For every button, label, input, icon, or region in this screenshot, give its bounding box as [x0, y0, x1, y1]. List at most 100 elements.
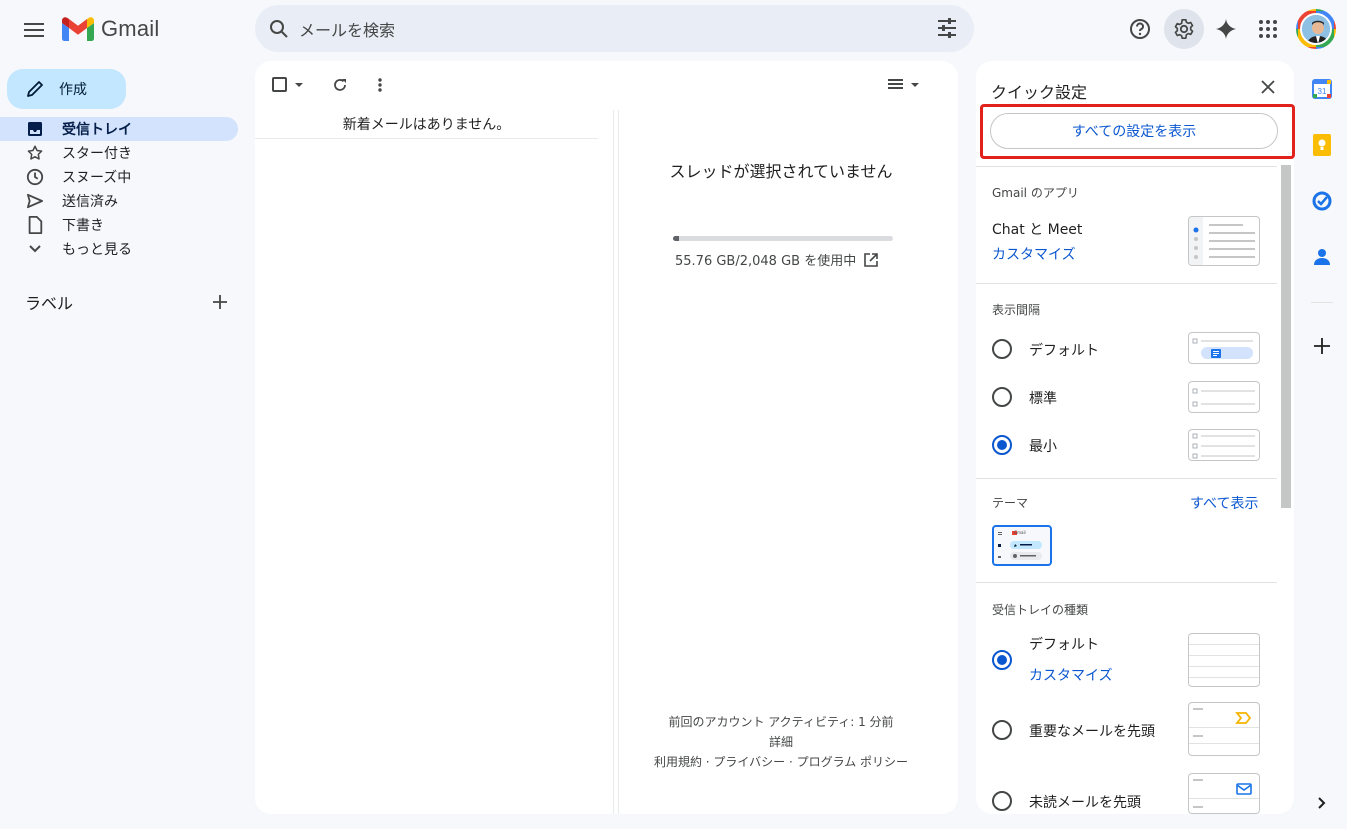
sidebar-item-inbox[interactable]: 受信トレイ — [0, 117, 238, 141]
gear-icon — [1174, 19, 1194, 39]
inbox-important-first-radio[interactable] — [992, 720, 1012, 740]
account-avatar[interactable] — [1296, 9, 1336, 49]
apps-customize-link[interactable]: カスタマイズ — [992, 244, 1076, 264]
density-compact-radio[interactable] — [992, 435, 1012, 455]
compose-button[interactable]: 作成 — [7, 69, 126, 109]
quick-settings-scrollbar[interactable] — [1281, 165, 1291, 508]
density-default-thumbnail — [1188, 332, 1260, 364]
inbox-important-thumbnail — [1188, 702, 1260, 756]
sidebar-item-label: 受信トレイ — [62, 122, 132, 138]
density-comfortable-radio[interactable] — [992, 387, 1012, 407]
select-all-checkbox[interactable] — [271, 76, 307, 94]
sidebar-item-starred[interactable]: スター付き — [0, 141, 238, 165]
sidebar-item-label: 送信済み — [62, 194, 118, 210]
theme-thumbnail[interactable]: Gmail — [992, 525, 1052, 566]
storage-info[interactable]: 55.76 GB/2,048 GB を使用中 — [675, 250, 879, 269]
clock-icon — [25, 167, 45, 187]
keep-app-button[interactable] — [1310, 133, 1334, 157]
avatar-icon — [1302, 15, 1330, 43]
empty-inbox-message: 新着メールはありません。 — [255, 114, 598, 139]
gmail-logo[interactable]: Gmail — [62, 16, 159, 42]
pencil-icon — [27, 81, 43, 97]
chevron-down-icon — [25, 239, 45, 259]
labels-heading: ラベル — [25, 294, 74, 313]
search-input[interactable]: メールを検索 — [299, 17, 395, 41]
policy-links[interactable]: 利用規約 · プライバシー · プログラム ポリシー — [619, 753, 943, 770]
density-default-radio[interactable] — [992, 339, 1012, 359]
file-icon — [25, 215, 45, 235]
refresh-icon — [334, 79, 346, 91]
close-quick-settings-button[interactable] — [1256, 75, 1280, 99]
density-section-title: 表示間隔 — [992, 303, 1041, 317]
more-vert-icon — [378, 78, 382, 92]
settings-button[interactable] — [1164, 9, 1204, 49]
density-option-label[interactable]: デフォルト — [1029, 340, 1099, 360]
sidebar-item-drafts[interactable]: 下書き — [0, 213, 238, 237]
split-view-icon — [888, 79, 919, 89]
star-icon — [25, 143, 45, 163]
sidebar-item-more[interactable]: もっと見る — [0, 237, 238, 261]
no-thread-selected: スレッドが選択されていません — [669, 162, 893, 181]
plus-icon — [213, 295, 227, 309]
apps-thumbnail — [1188, 216, 1260, 266]
inbox-default-thumbnail — [1188, 633, 1260, 687]
more-actions-button[interactable] — [370, 75, 390, 95]
tasks-icon — [1312, 191, 1332, 211]
search-icon[interactable] — [267, 17, 291, 41]
apps-label: Chat と Meet — [992, 222, 1083, 238]
main-menu-button[interactable] — [18, 14, 50, 46]
get-addons-button[interactable] — [1310, 334, 1334, 358]
sidebar-item-label: 下書き — [62, 218, 104, 234]
quick-settings-title: クイック設定 — [991, 83, 1088, 102]
apps-grid-icon — [1259, 20, 1277, 38]
inbox-type-section-title: 受信トレイの種類 — [992, 603, 1089, 617]
pane-divider-edge — [618, 110, 619, 814]
create-label-button[interactable] — [208, 290, 232, 314]
theme-section-title: テーマ — [992, 496, 1029, 510]
pane-divider[interactable] — [613, 110, 614, 814]
send-icon — [25, 191, 45, 211]
contacts-icon — [1314, 249, 1330, 265]
density-option-label[interactable]: 最小 — [1029, 436, 1057, 456]
svg-text:31: 31 — [1318, 87, 1327, 96]
inbox-unread-thumbnail — [1188, 773, 1260, 814]
search-bar[interactable]: メールを検索 — [255, 5, 974, 52]
inbox-customize-link[interactable]: カスタマイズ — [1029, 665, 1113, 685]
help-icon — [1130, 19, 1150, 39]
theme-thumbnail-text: Gmail — [1014, 530, 1026, 535]
storage-bar — [673, 236, 893, 241]
calendar-icon: 31 — [1312, 79, 1332, 99]
contacts-app-button[interactable] — [1310, 245, 1334, 269]
section-divider — [976, 582, 1277, 583]
highlight-box — [980, 104, 1295, 159]
sidebar-item-sent[interactable]: 送信済み — [0, 189, 238, 213]
inbox-default-radio[interactable] — [992, 650, 1012, 670]
storage-fill — [673, 236, 679, 241]
refresh-button[interactable] — [330, 75, 350, 95]
inbox-unread-first-radio[interactable] — [992, 791, 1012, 811]
google-apps-button[interactable] — [1248, 9, 1288, 49]
close-icon — [1261, 80, 1275, 94]
search-options-icon[interactable] — [936, 17, 958, 39]
hamburger-icon — [24, 23, 44, 37]
inbox-option-label[interactable]: 未読メールを先頭 — [1029, 792, 1141, 812]
open-in-new-icon[interactable] — [864, 252, 879, 267]
calendar-app-button[interactable]: 31 — [1310, 77, 1334, 101]
sidebar-item-label: スヌーズ中 — [62, 170, 132, 186]
sidebar-item-snoozed[interactable]: スヌーズ中 — [0, 165, 238, 189]
theme-show-all-link[interactable]: すべて表示 — [1190, 493, 1258, 513]
tasks-app-button[interactable] — [1310, 189, 1334, 213]
app-name: Gmail — [101, 16, 160, 41]
gemini-button[interactable] — [1206, 9, 1246, 49]
show-side-panel-button[interactable] — [1310, 791, 1334, 815]
apps-section-title: Gmail のアプリ — [992, 186, 1079, 200]
rail-divider — [1311, 302, 1333, 303]
inbox-option-label[interactable]: 重要なメールを先頭 — [1029, 721, 1155, 741]
split-pane-toggle[interactable] — [886, 76, 922, 94]
inbox-option-label[interactable]: デフォルト — [1029, 634, 1099, 654]
density-option-label[interactable]: 標準 — [1029, 388, 1057, 408]
inbox-icon — [25, 119, 45, 139]
storage-text: 55.76 GB/2,048 GB を使用中 — [675, 254, 857, 269]
support-button[interactable] — [1120, 9, 1160, 49]
activity-details-link[interactable]: 詳細 — [619, 733, 943, 750]
